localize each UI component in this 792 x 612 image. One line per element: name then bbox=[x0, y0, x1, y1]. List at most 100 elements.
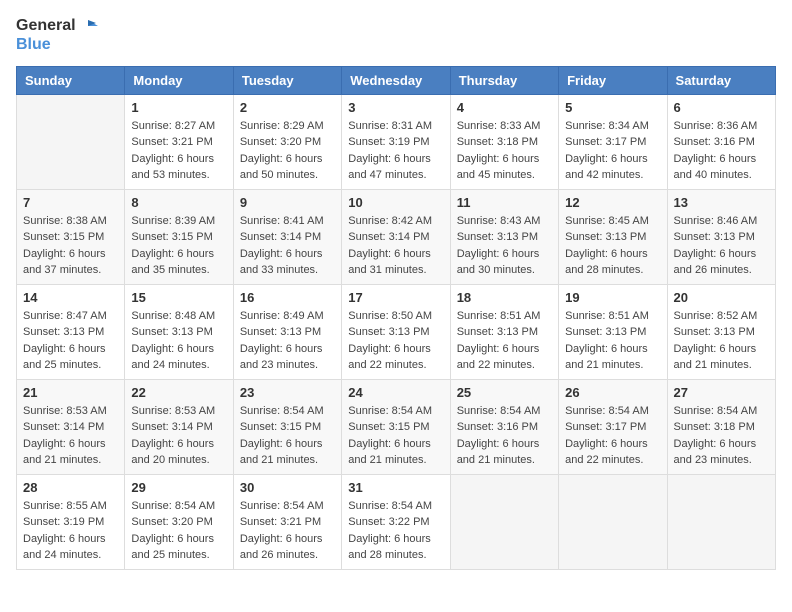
day-number: 25 bbox=[457, 385, 552, 400]
day-info: Sunrise: 8:33 AM Sunset: 3:18 PM Dayligh… bbox=[457, 118, 552, 184]
day-info: Sunrise: 8:50 AM Sunset: 3:13 PM Dayligh… bbox=[348, 308, 443, 374]
day-number: 11 bbox=[457, 195, 552, 210]
weekday-header-tuesday: Tuesday bbox=[233, 66, 341, 94]
calendar-day-30: 30 Sunrise: 8:54 AM Sunset: 3:21 PM Dayli… bbox=[233, 474, 341, 569]
calendar-day-14: 14Sunrise: 8:47 AM Sunset: 3:13 PM Dayli… bbox=[17, 284, 125, 379]
empty-cell bbox=[450, 474, 558, 569]
calendar-day-28: 28Sunrise: 8:55 AM Sunset: 3:19 PM Dayli… bbox=[17, 474, 125, 569]
day-number: 18 bbox=[457, 290, 552, 305]
calendar-day-20: 20Sunrise: 8:52 AM Sunset: 3:13 PM Dayli… bbox=[667, 284, 775, 379]
calendar-day-6: 6 Sunrise: 8:36 AM Sunset: 3:16 PM Daylig… bbox=[667, 94, 775, 189]
day-number: 20 bbox=[674, 290, 769, 305]
calendar-day-16: 16Sunrise: 8:49 AM Sunset: 3:13 PM Dayli… bbox=[233, 284, 341, 379]
empty-cell bbox=[17, 94, 125, 189]
calendar-day-5: 5Sunrise: 8:34 AM Sunset: 3:17 PM Daylig… bbox=[559, 94, 667, 189]
calendar-day-29: 29 Sunrise: 8:54 AM Sunset: 3:20 PM Dayli… bbox=[125, 474, 233, 569]
weekday-header-thursday: Thursday bbox=[450, 66, 558, 94]
calendar-day-13: 13 Sunrise: 8:46 AM Sunset: 3:13 PM Dayli… bbox=[667, 189, 775, 284]
calendar-day-21: 21 Sunrise: 8:53 AM Sunset: 3:14 PM Dayli… bbox=[17, 379, 125, 474]
calendar-day-10: 10Sunrise: 8:42 AM Sunset: 3:14 PM Dayli… bbox=[342, 189, 450, 284]
day-info: Sunrise: 8:54 AM Sunset: 3:15 PM Dayligh… bbox=[348, 403, 443, 469]
day-number: 28 bbox=[23, 480, 118, 495]
weekday-header-friday: Friday bbox=[559, 66, 667, 94]
calendar-week-row: 7Sunrise: 8:38 AM Sunset: 3:15 PM Daylig… bbox=[17, 189, 776, 284]
calendar-day-22: 22Sunrise: 8:53 AM Sunset: 3:14 PM Dayli… bbox=[125, 379, 233, 474]
calendar-day-26: 26Sunrise: 8:54 AM Sunset: 3:17 PM Dayli… bbox=[559, 379, 667, 474]
calendar-day-3: 3 Sunrise: 8:31 AM Sunset: 3:19 PM Daylig… bbox=[342, 94, 450, 189]
day-number: 29 bbox=[131, 480, 226, 495]
day-number: 2 bbox=[240, 100, 335, 115]
calendar-day-19: 19 Sunrise: 8:51 AM Sunset: 3:13 PM Dayli… bbox=[559, 284, 667, 379]
empty-cell bbox=[559, 474, 667, 569]
calendar-day-27: 27 Sunrise: 8:54 AM Sunset: 3:18 PM Dayli… bbox=[667, 379, 775, 474]
day-number: 17 bbox=[348, 290, 443, 305]
day-number: 31 bbox=[348, 480, 443, 495]
logo-blue: Blue bbox=[16, 36, 98, 54]
calendar-day-25: 25 Sunrise: 8:54 AM Sunset: 3:16 PM Dayli… bbox=[450, 379, 558, 474]
weekday-header-sunday: Sunday bbox=[17, 66, 125, 94]
day-number: 26 bbox=[565, 385, 660, 400]
day-info: Sunrise: 8:34 AM Sunset: 3:17 PM Dayligh… bbox=[565, 118, 660, 184]
calendar-day-7: 7Sunrise: 8:38 AM Sunset: 3:15 PM Daylig… bbox=[17, 189, 125, 284]
day-number: 9 bbox=[240, 195, 335, 210]
day-number: 19 bbox=[565, 290, 660, 305]
calendar-table: SundayMondayTuesdayWednesdayThursdayFrid… bbox=[16, 66, 776, 570]
day-number: 27 bbox=[674, 385, 769, 400]
day-info: Sunrise: 8:54 AM Sunset: 3:21 PM Dayligh… bbox=[240, 498, 335, 564]
calendar-day-9: 9 Sunrise: 8:41 AM Sunset: 3:14 PM Daylig… bbox=[233, 189, 341, 284]
calendar-week-row: 1 Sunrise: 8:27 AM Sunset: 3:21 PM Daylig… bbox=[17, 94, 776, 189]
day-info: Sunrise: 8:54 AM Sunset: 3:20 PM Dayligh… bbox=[131, 498, 226, 564]
day-info: Sunrise: 8:54 AM Sunset: 3:22 PM Dayligh… bbox=[348, 498, 443, 564]
calendar-week-row: 21 Sunrise: 8:53 AM Sunset: 3:14 PM Dayli… bbox=[17, 379, 776, 474]
day-info: Sunrise: 8:51 AM Sunset: 3:13 PM Dayligh… bbox=[565, 308, 660, 374]
day-info: Sunrise: 8:46 AM Sunset: 3:13 PM Dayligh… bbox=[674, 213, 769, 279]
day-number: 12 bbox=[565, 195, 660, 210]
weekday-header-wednesday: Wednesday bbox=[342, 66, 450, 94]
weekday-header-monday: Monday bbox=[125, 66, 233, 94]
day-number: 3 bbox=[348, 100, 443, 115]
page-header: General Blue bbox=[16, 16, 776, 54]
day-number: 30 bbox=[240, 480, 335, 495]
day-info: Sunrise: 8:39 AM Sunset: 3:15 PM Dayligh… bbox=[131, 213, 226, 279]
day-number: 23 bbox=[240, 385, 335, 400]
day-number: 13 bbox=[674, 195, 769, 210]
day-info: Sunrise: 8:54 AM Sunset: 3:16 PM Dayligh… bbox=[457, 403, 552, 469]
day-number: 15 bbox=[131, 290, 226, 305]
weekday-header-saturday: Saturday bbox=[667, 66, 775, 94]
day-info: Sunrise: 8:29 AM Sunset: 3:20 PM Dayligh… bbox=[240, 118, 335, 184]
day-info: Sunrise: 8:54 AM Sunset: 3:18 PM Dayligh… bbox=[674, 403, 769, 469]
calendar-day-1: 1 Sunrise: 8:27 AM Sunset: 3:21 PM Daylig… bbox=[125, 94, 233, 189]
day-number: 4 bbox=[457, 100, 552, 115]
day-info: Sunrise: 8:49 AM Sunset: 3:13 PM Dayligh… bbox=[240, 308, 335, 374]
calendar-day-4: 4 Sunrise: 8:33 AM Sunset: 3:18 PM Daylig… bbox=[450, 94, 558, 189]
day-info: Sunrise: 8:51 AM Sunset: 3:13 PM Dayligh… bbox=[457, 308, 552, 374]
day-info: Sunrise: 8:42 AM Sunset: 3:14 PM Dayligh… bbox=[348, 213, 443, 279]
day-info: Sunrise: 8:54 AM Sunset: 3:15 PM Dayligh… bbox=[240, 403, 335, 469]
day-number: 21 bbox=[23, 385, 118, 400]
logo: General Blue bbox=[16, 16, 98, 54]
calendar-day-31: 31 Sunrise: 8:54 AM Sunset: 3:22 PM Dayli… bbox=[342, 474, 450, 569]
day-info: Sunrise: 8:48 AM Sunset: 3:13 PM Dayligh… bbox=[131, 308, 226, 374]
calendar-day-2: 2 Sunrise: 8:29 AM Sunset: 3:20 PM Daylig… bbox=[233, 94, 341, 189]
logo-general: General bbox=[16, 17, 76, 35]
day-info: Sunrise: 8:36 AM Sunset: 3:16 PM Dayligh… bbox=[674, 118, 769, 184]
calendar-day-17: 17 Sunrise: 8:50 AM Sunset: 3:13 PM Dayli… bbox=[342, 284, 450, 379]
day-number: 7 bbox=[23, 195, 118, 210]
day-info: Sunrise: 8:27 AM Sunset: 3:21 PM Dayligh… bbox=[131, 118, 226, 184]
calendar-day-8: 8 Sunrise: 8:39 AM Sunset: 3:15 PM Daylig… bbox=[125, 189, 233, 284]
day-info: Sunrise: 8:53 AM Sunset: 3:14 PM Dayligh… bbox=[23, 403, 118, 469]
calendar-day-15: 15 Sunrise: 8:48 AM Sunset: 3:13 PM Dayli… bbox=[125, 284, 233, 379]
calendar-header-row: SundayMondayTuesdayWednesdayThursdayFrid… bbox=[17, 66, 776, 94]
day-info: Sunrise: 8:43 AM Sunset: 3:13 PM Dayligh… bbox=[457, 213, 552, 279]
calendar-day-23: 23 Sunrise: 8:54 AM Sunset: 3:15 PM Dayli… bbox=[233, 379, 341, 474]
day-number: 6 bbox=[674, 100, 769, 115]
logo-bird-icon bbox=[78, 16, 98, 36]
day-number: 1 bbox=[131, 100, 226, 115]
day-info: Sunrise: 8:45 AM Sunset: 3:13 PM Dayligh… bbox=[565, 213, 660, 279]
day-number: 22 bbox=[131, 385, 226, 400]
day-info: Sunrise: 8:41 AM Sunset: 3:14 PM Dayligh… bbox=[240, 213, 335, 279]
day-number: 24 bbox=[348, 385, 443, 400]
calendar-day-12: 12 Sunrise: 8:45 AM Sunset: 3:13 PM Dayli… bbox=[559, 189, 667, 284]
day-info: Sunrise: 8:31 AM Sunset: 3:19 PM Dayligh… bbox=[348, 118, 443, 184]
day-number: 8 bbox=[131, 195, 226, 210]
